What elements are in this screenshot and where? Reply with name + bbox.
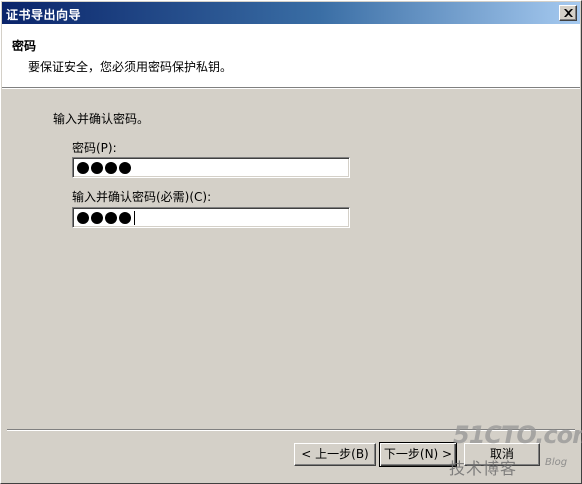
back-button[interactable]: < 上一步(B) [294, 443, 376, 466]
watermark-blog: Blog [545, 457, 568, 468]
confirm-password-mask [77, 210, 135, 225]
wizard-body: 输入并确认密码。 密码(P): 输入并确认密码(必需)(C): [1, 91, 581, 425]
password-mask [77, 160, 131, 175]
confirm-password-input[interactable] [72, 207, 350, 228]
wizard-header: 密码 要保证安全，您必须用密码保护私钥。 [2, 24, 580, 89]
instruction-text: 输入并确认密码。 [53, 112, 150, 126]
close-icon [564, 9, 573, 17]
next-button[interactable]: 下一步(N) > [379, 442, 457, 467]
password-input[interactable] [72, 157, 350, 178]
window-title: 证书导出向导 [6, 8, 82, 22]
password-label: 密码(P): [72, 141, 117, 155]
close-button[interactable] [559, 5, 577, 21]
page-subtitle: 要保证安全，您必须用密码保护私钥。 [28, 60, 233, 74]
certificate-export-wizard-window: 证书导出向导 密码 要保证安全，您必须用密码保护私钥。 输入并确认密码。 密码(… [0, 0, 582, 484]
text-caret [134, 210, 135, 225]
cancel-button[interactable]: 取消 [464, 443, 540, 466]
confirm-password-label: 输入并确认密码(必需)(C): [72, 190, 212, 204]
title-bar[interactable]: 证书导出向导 [2, 2, 580, 24]
page-title: 密码 [12, 39, 37, 53]
